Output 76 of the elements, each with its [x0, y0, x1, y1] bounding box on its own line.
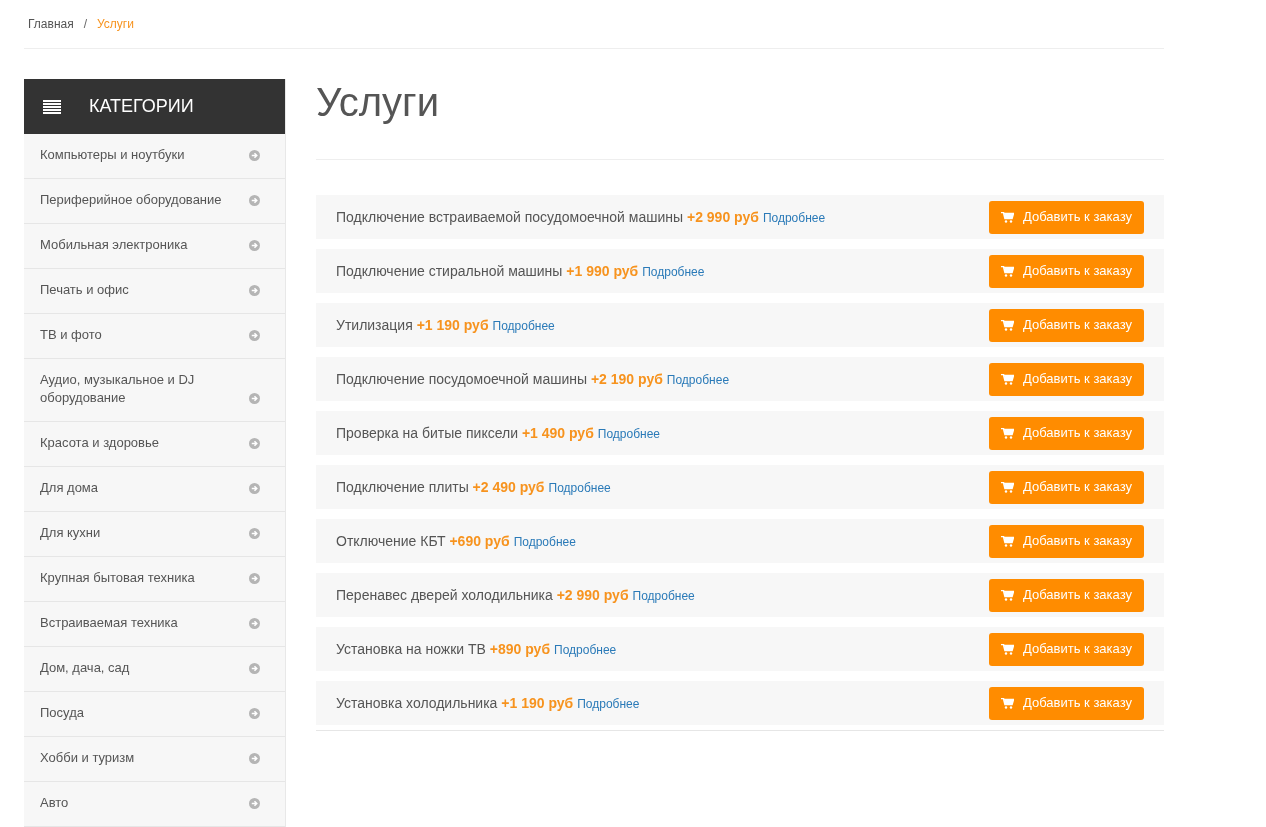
arrow-circle-icon	[249, 528, 260, 539]
details-link[interactable]: Подробнее	[548, 478, 611, 497]
arrow-circle-icon	[249, 798, 260, 809]
service-description: Подключение посудомоечной машины +2 190 руб	[336, 369, 663, 389]
category-item[interactable]: Для кухни	[24, 512, 285, 557]
arrow-circle-icon	[249, 285, 260, 296]
service-description: Утилизация +1 190 руб	[336, 315, 489, 335]
details-link[interactable]: Подробнее	[642, 262, 705, 281]
category-item[interactable]: Мобильная электроника	[24, 224, 285, 269]
details-link[interactable]: Подробнее	[577, 694, 640, 713]
service-description: Установка на ножки ТВ +890 руб	[336, 639, 551, 659]
arrow-circle-icon	[249, 240, 260, 251]
breadcrumb-link[interactable]: Услуги	[97, 15, 134, 33]
service-description: Установка холодильника +1 190 руб	[336, 693, 574, 713]
category-item[interactable]: Хобби и туризм	[24, 737, 285, 782]
cart-icon	[1001, 589, 1015, 601]
service-description: Подключение встраиваемой посудомоечной машины +2 990 руб	[336, 207, 759, 227]
cart-icon	[1001, 265, 1015, 277]
arrow-circle-icon	[249, 618, 260, 629]
arrow-circle-icon	[249, 663, 260, 674]
category-item[interactable]: Встраиваемая техника	[24, 602, 285, 647]
arrow-circle-icon	[249, 195, 260, 206]
category-item[interactable]: Печать и офис	[24, 269, 285, 314]
details-link[interactable]: Подробнее	[666, 370, 730, 389]
category-item[interactable]: Компьютеры и ноутбуки	[24, 134, 285, 179]
category-item[interactable]: Посуда	[24, 692, 285, 737]
cart-icon	[1001, 481, 1015, 493]
add-to-order-button[interactable]: Добавить к заказу	[989, 362, 1144, 396]
service-description: Перенавес дверей холодильника +2 990 руб	[336, 585, 629, 605]
details-link[interactable]: Подробнее	[554, 640, 617, 659]
cart-icon	[1001, 697, 1015, 709]
arrow-circle-icon	[249, 393, 260, 404]
cart-icon	[1001, 373, 1015, 385]
arrow-circle-icon	[249, 150, 260, 161]
add-to-order-button[interactable]: Добавить к заказу	[989, 470, 1144, 504]
cart-icon	[1001, 427, 1015, 439]
service-description: Подключение плиты +2 490 руб	[336, 477, 545, 497]
add-to-order-button[interactable]: Добавить к заказу	[989, 524, 1144, 558]
details-link[interactable]: Подробнее	[597, 424, 661, 443]
service-description: Подключение стиральной машины +1 990 руб	[336, 261, 639, 281]
service-description: Отключение КБТ +690 руб	[336, 531, 510, 551]
category-item[interactable]: Красота и здоровье	[24, 422, 285, 467]
details-link[interactable]: Подробнее	[492, 316, 555, 335]
service-description: Проверка на битые пиксели +1 490 руб	[336, 423, 594, 443]
cart-icon	[1001, 319, 1015, 331]
arrow-circle-icon	[249, 708, 260, 719]
category-item[interactable]: Крупная бытовая техника	[24, 557, 285, 602]
sidebar-title: КАТЕГОРИИ	[89, 95, 194, 118]
details-link[interactable]: Подробнее	[513, 532, 576, 551]
add-to-order-button[interactable]: Добавить к заказу	[989, 200, 1144, 234]
arrow-circle-icon	[249, 330, 260, 341]
breadcrumb-separator: /	[83, 16, 88, 33]
details-link[interactable]: Подробнее	[632, 586, 695, 605]
category-item[interactable]: Для дома	[24, 467, 285, 512]
add-to-order-button[interactable]: Добавить к заказу	[989, 578, 1144, 612]
category-item[interactable]: ТВ и фото	[24, 314, 285, 359]
category-item[interactable]: Авто	[24, 782, 285, 827]
breadcrumb-link[interactable]: Главная	[28, 15, 74, 33]
page-title: Услуги	[316, 80, 440, 124]
add-to-order-button[interactable]: Добавить к заказу	[989, 308, 1144, 342]
arrow-circle-icon	[249, 753, 260, 764]
menu-icon	[43, 99, 61, 114]
arrow-circle-icon	[249, 483, 260, 494]
add-to-order-button[interactable]: Добавить к заказу	[989, 416, 1144, 450]
cart-icon	[1001, 535, 1015, 547]
category-item[interactable]: Аудио, музыкальное и DJ оборудование	[24, 359, 285, 422]
cart-icon	[1001, 643, 1015, 655]
arrow-circle-icon	[249, 573, 260, 584]
arrow-circle-icon	[249, 438, 260, 449]
details-link[interactable]: Подробнее	[762, 208, 826, 227]
category-item[interactable]: Дом, дача, сад	[24, 647, 285, 692]
category-item[interactable]: Периферийное оборудование	[24, 179, 285, 224]
add-to-order-button[interactable]: Добавить к заказу	[989, 254, 1144, 288]
add-to-order-button[interactable]: Добавить к заказу	[989, 686, 1144, 720]
add-to-order-button[interactable]: Добавить к заказу	[989, 632, 1144, 666]
cart-icon	[1001, 211, 1015, 223]
